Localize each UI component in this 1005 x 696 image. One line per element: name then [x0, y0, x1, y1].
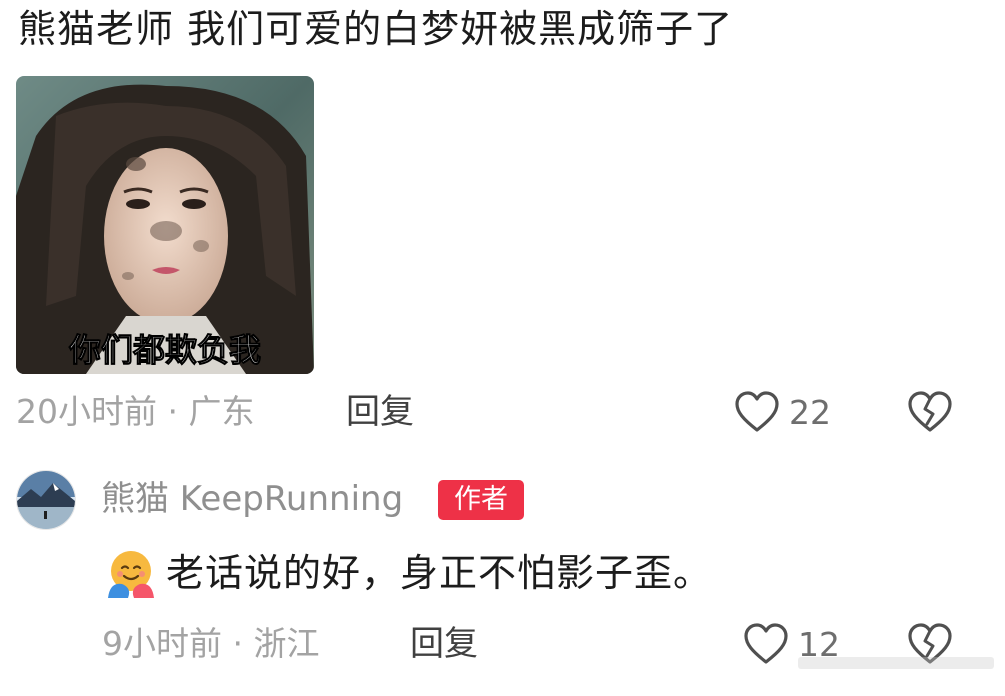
- comment-text: 熊猫老师 我们可爱的白梦妍被黑成筛子了: [18, 7, 734, 51]
- hugging-face-emoji: [108, 551, 154, 598]
- reply-time-location: 9小时前 · 浙江: [102, 624, 320, 663]
- image-caption: 你们都欺负我: [68, 331, 261, 369]
- reply-reply-button[interactable]: 回复: [410, 622, 478, 666]
- comment-meta-row: 20小时前 · 广东 回复 22: [0, 390, 1005, 434]
- heart-outline-icon: [735, 391, 779, 432]
- comment-thread: 熊猫老师 我们可爱的白梦妍被黑成筛子了 你们都欺负我 20小时前 · 广东 回复…: [0, 0, 1005, 696]
- heart-outline-icon: [744, 623, 788, 664]
- avatar[interactable]: [16, 470, 76, 530]
- like-count: 22: [789, 392, 831, 432]
- author-badge: 作者: [438, 480, 524, 520]
- reply-button[interactable]: 回复: [346, 390, 414, 434]
- comment-image[interactable]: 你们都欺负我: [16, 76, 314, 374]
- watermark: [798, 657, 994, 669]
- like-button[interactable]: 22: [733, 388, 831, 436]
- reply-username[interactable]: 熊猫 KeepRunning: [101, 476, 403, 522]
- avatar-image: [17, 471, 75, 529]
- reply-text: 老话说的好，身正不怕影子歪。: [166, 551, 713, 595]
- comment-image-graphic: 你们都欺负我: [16, 76, 314, 374]
- comment-time-location: 20小时前 · 广东: [16, 392, 255, 431]
- broken-heart-icon[interactable]: [906, 388, 954, 436]
